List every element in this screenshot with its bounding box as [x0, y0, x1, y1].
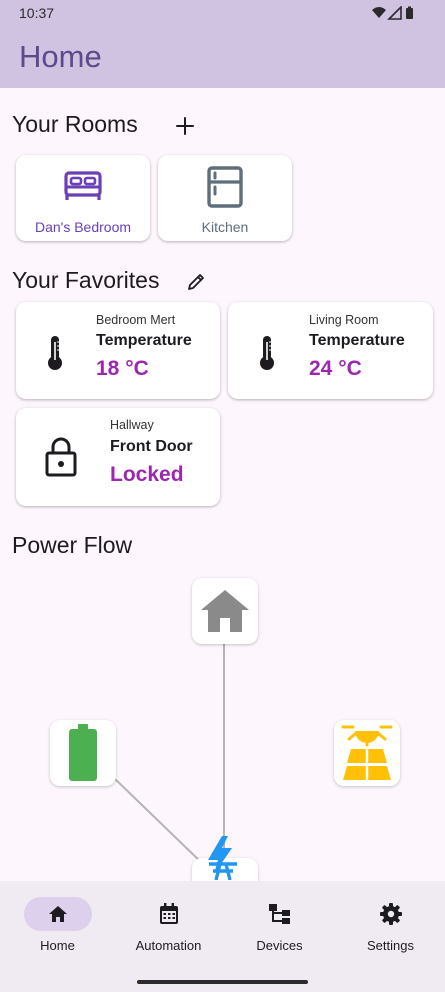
nav-indicator: [135, 897, 203, 931]
favorite-card-bedroom-temperature[interactable]: Bedroom Mert Temperature 18 °C: [16, 302, 220, 399]
favorite-name: Front Door: [110, 438, 193, 455]
favorite-room: Living Room: [309, 313, 379, 327]
wifi-icon: [372, 7, 386, 18]
room-label: Kitchen: [201, 219, 249, 235]
nav-indicator: [246, 897, 314, 931]
nav-label: Settings: [367, 938, 414, 953]
favorite-room: Bedroom Mert: [96, 313, 176, 327]
calendar-icon: [159, 903, 178, 924]
pencil-icon: [188, 274, 204, 290]
thermometer-icon: [256, 334, 278, 377]
power-node-battery[interactable]: [50, 720, 116, 786]
edit-favorites-button[interactable]: [182, 268, 210, 296]
nav-label: Automation: [135, 938, 202, 953]
favorite-value: Locked: [110, 463, 184, 486]
favorites-section-title: Your Favorites: [12, 267, 160, 293]
favorite-name: Temperature: [96, 332, 192, 349]
thermometer-icon: [44, 334, 66, 377]
lock-icon: [44, 436, 78, 483]
nav-label: Home: [40, 938, 75, 953]
power-node-home[interactable]: [192, 578, 258, 644]
power-flow-section-title: Power Flow: [12, 532, 133, 558]
nav-item-devices[interactable]: Devices: [224, 881, 335, 981]
signal-icon: [387, 5, 402, 20]
add-room-button[interactable]: [171, 112, 199, 140]
home-icon: [48, 906, 67, 922]
room-card-kitchen[interactable]: Kitchen: [158, 155, 292, 241]
status-icons: [371, 5, 417, 25]
favorite-room: Hallway: [110, 418, 154, 432]
flow-line-battery-grid: [113, 777, 204, 865]
page-title: Home: [19, 39, 102, 74]
room-card-dans-bedroom[interactable]: Dan's Bedroom: [16, 155, 150, 241]
favorite-card-front-door[interactable]: Hallway Front Door Locked: [16, 408, 220, 506]
favorite-value: 24 °C: [309, 357, 362, 380]
power-node-solar[interactable]: [334, 720, 400, 786]
nav-item-settings[interactable]: Settings: [335, 881, 445, 981]
battery-icon: [69, 724, 97, 781]
bed-icon: [16, 165, 150, 205]
home-icon: [201, 590, 249, 632]
nav-item-home[interactable]: Home: [2, 881, 113, 981]
bottom-nav: Home Automation Devices Settings: [0, 881, 445, 992]
rooms-section-title: Your Rooms: [12, 111, 138, 137]
favorite-value: 18 °C: [96, 357, 149, 380]
fridge-icon: [158, 165, 292, 209]
room-label: Dan's Bedroom: [34, 219, 132, 235]
nav-item-automation[interactable]: Automation: [113, 881, 224, 981]
gesture-bar[interactable]: [137, 980, 308, 984]
nav-indicator: [23, 897, 92, 931]
favorite-name: Temperature: [309, 332, 405, 349]
solar-panel-icon: [341, 725, 393, 780]
grid-icon: [208, 836, 237, 880]
battery-status-icon: [406, 6, 413, 19]
status-bar: 10:37: [0, 0, 445, 28]
gear-icon: [379, 903, 402, 925]
nav-indicator: [357, 897, 425, 931]
favorite-card-living-room-temperature[interactable]: Living Room Temperature 24 °C: [228, 302, 433, 399]
devices-tree-icon: [268, 904, 290, 924]
plus-icon: [176, 117, 194, 135]
nav-label: Devices: [256, 938, 303, 953]
app-bar: Home: [0, 28, 445, 88]
status-time: 10:37: [19, 5, 55, 21]
